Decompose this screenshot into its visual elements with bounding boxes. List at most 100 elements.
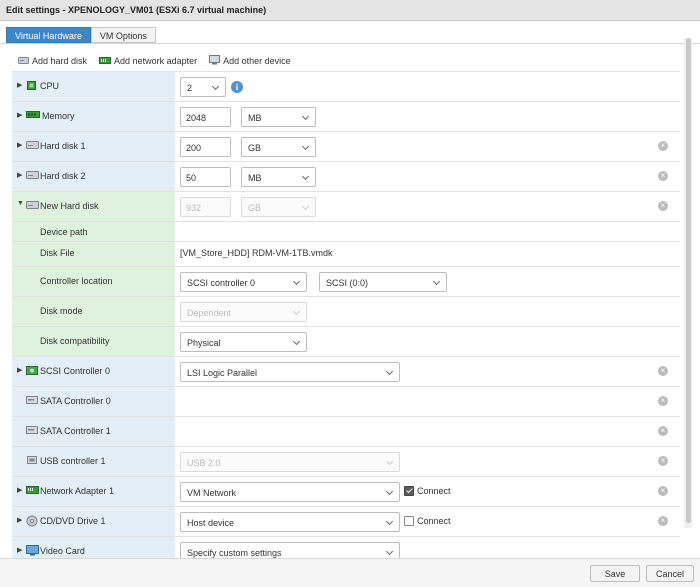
- network-adapter-icon: [99, 56, 112, 67]
- remove-icon[interactable]: ×: [658, 171, 668, 181]
- hard-disk-2-size-input[interactable]: 50: [180, 167, 231, 187]
- hardware-row-cpu: ▶ CPU 2 i: [12, 72, 680, 102]
- device-path-label: Device path: [40, 227, 88, 237]
- disk-mode-label: Disk mode: [40, 306, 83, 316]
- disk-mode-select[interactable]: Dependent: [180, 302, 307, 322]
- remove-icon[interactable]: ×: [658, 396, 668, 406]
- sata-controller-icon: [26, 395, 38, 407]
- tab-virtual-hardware[interactable]: Virtual Hardware: [6, 27, 91, 43]
- hard-disk-icon: [26, 170, 39, 182]
- controller-select[interactable]: SCSI controller 0: [180, 272, 307, 292]
- remove-icon[interactable]: ×: [658, 486, 668, 496]
- cd-dvd-connect-label: Connect: [417, 516, 451, 526]
- expand-arrow-icon[interactable]: ▶: [17, 81, 22, 89]
- usb-controller-1-label-cell: USB controller 1: [12, 447, 175, 476]
- hard-disk-2-unit-select[interactable]: MB: [241, 167, 316, 187]
- cd-dvd-icon: [26, 515, 38, 529]
- expand-arrow-icon[interactable]: ▶: [17, 486, 22, 494]
- hardware-row-sata-controller-0: SATA Controller 0 ×: [12, 387, 680, 417]
- tab-bar: Virtual Hardware VM Options: [6, 27, 156, 43]
- sata-controller-1-label: SATA Controller 1: [40, 426, 111, 436]
- controller-slot-select[interactable]: SCSI (0:0): [319, 272, 447, 292]
- hard-disk-1-unit-select[interactable]: GB: [241, 137, 316, 157]
- hard-disk-1-label: Hard disk 1: [40, 141, 86, 151]
- hardware-row-device-path: Device path: [12, 222, 680, 242]
- video-card-settings-select[interactable]: Specify custom settings: [180, 542, 400, 558]
- info-icon[interactable]: i: [231, 81, 243, 93]
- cd-dvd-connect-checkbox[interactable]: [404, 516, 414, 526]
- collapse-arrow-icon[interactable]: ▼: [17, 200, 24, 207]
- memory-label: Memory: [42, 111, 75, 121]
- video-card-settings-value: Specify custom settings: [187, 548, 282, 558]
- hardware-row-scsi-controller-0: ▶ SCSI Controller 0 LSI Logic Parallel ×: [12, 357, 680, 387]
- hard-disk-icon: [26, 200, 39, 212]
- remove-icon[interactable]: ×: [658, 201, 668, 211]
- expand-arrow-icon[interactable]: ▶: [17, 171, 22, 179]
- expand-arrow-icon[interactable]: ▶: [17, 366, 22, 374]
- scsi-controller-type-select[interactable]: LSI Logic Parallel: [180, 362, 400, 382]
- disk-mode-label-cell: Disk mode: [12, 297, 175, 326]
- network-select[interactable]: VM Network: [180, 482, 400, 502]
- network-connect-checkbox[interactable]: [404, 486, 414, 496]
- new-hard-disk-unit-select[interactable]: GB: [241, 197, 316, 217]
- disk-mode-value: Dependent: [187, 308, 232, 318]
- scrollbar-thumb[interactable]: [686, 38, 691, 523]
- hardware-list: ▶ CPU 2 i ▶ Memory 2048 MB ▶ Hard disk 1…: [12, 71, 680, 558]
- add-network-adapter-button[interactable]: Add network adapter: [99, 56, 197, 67]
- remove-icon[interactable]: ×: [658, 516, 668, 526]
- video-card-icon: [26, 545, 39, 558]
- add-network-adapter-label: Add network adapter: [114, 56, 198, 66]
- hardware-row-hard-disk-1: ▶ Hard disk 1 200 GB ×: [12, 132, 680, 162]
- hard-disk-1-size-input[interactable]: 200: [180, 137, 231, 157]
- memory-unit-value: MB: [248, 113, 262, 123]
- remove-icon[interactable]: ×: [658, 426, 668, 436]
- hard-disk-1-label-cell: ▶ Hard disk 1: [12, 132, 175, 161]
- new-hard-disk-unit-value: GB: [248, 203, 262, 213]
- cd-dvd-drive-1-label: CD/DVD Drive 1: [40, 516, 106, 526]
- hardware-row-video-card: ▶ Video Card Specify custom settings: [12, 537, 680, 558]
- scsi-controller-0-label: SCSI Controller 0: [40, 366, 111, 376]
- cancel-button[interactable]: Cancel: [646, 565, 694, 582]
- cd-dvd-drive-1-label-cell: ▶ CD/DVD Drive 1: [12, 507, 175, 536]
- disk-compatibility-select[interactable]: Physical: [180, 332, 307, 352]
- memory-size-input[interactable]: 2048: [180, 107, 231, 127]
- disk-compatibility-label: Disk compatibility: [40, 336, 110, 346]
- disk-compatibility-value: Physical: [187, 338, 221, 348]
- other-device-icon: [209, 55, 221, 67]
- add-hard-disk-button[interactable]: Add hard disk: [18, 56, 87, 67]
- cpu-count-select[interactable]: 2: [180, 77, 226, 97]
- remove-icon[interactable]: ×: [658, 456, 668, 466]
- new-hard-disk-size-input[interactable]: 932: [180, 197, 231, 217]
- add-hard-disk-label: Add hard disk: [32, 56, 88, 66]
- expand-arrow-icon[interactable]: ▶: [17, 111, 22, 119]
- expand-arrow-icon[interactable]: ▶: [17, 546, 22, 554]
- cpu-label-cell: ▶ CPU: [12, 72, 175, 101]
- usb-version-value: USB 2.0: [187, 458, 221, 468]
- add-other-device-button[interactable]: Add other device: [209, 55, 291, 67]
- remove-icon[interactable]: ×: [658, 366, 668, 376]
- network-adapter-1-label: Network Adapter 1: [40, 486, 115, 496]
- remove-icon[interactable]: ×: [658, 141, 668, 151]
- memory-icon: [26, 110, 40, 122]
- scsi-controller-icon: [26, 365, 38, 378]
- hardware-row-memory: ▶ Memory 2048 MB: [12, 102, 680, 132]
- memory-size-value: 2048: [186, 113, 207, 123]
- expand-arrow-icon[interactable]: ▶: [17, 516, 22, 524]
- cd-dvd-device-value: Host device: [187, 518, 235, 528]
- hard-disk-2-unit-value: MB: [248, 173, 262, 183]
- hardware-row-hard-disk-2: ▶ Hard disk 2 50 MB ×: [12, 162, 680, 192]
- scsi-controller-0-label-cell: ▶ SCSI Controller 0: [12, 357, 175, 386]
- hardware-row-new-hard-disk: ▼ New Hard disk 932 GB ×: [12, 192, 680, 222]
- add-other-device-label: Add other device: [223, 56, 291, 66]
- usb-version-select[interactable]: USB 2.0: [180, 452, 400, 472]
- tab-vm-options[interactable]: VM Options: [90, 27, 156, 43]
- scsi-controller-type-value: LSI Logic Parallel: [187, 368, 258, 378]
- hard-disk-icon: [18, 56, 29, 67]
- memory-unit-select[interactable]: MB: [241, 107, 316, 127]
- expand-arrow-icon[interactable]: ▶: [17, 141, 22, 149]
- cd-dvd-device-select[interactable]: Host device: [180, 512, 400, 532]
- hard-disk-2-label-cell: ▶ Hard disk 2: [12, 162, 175, 191]
- hardware-row-controller-location: Controller location SCSI controller 0 SC…: [12, 267, 680, 297]
- save-button[interactable]: Save: [590, 565, 640, 582]
- sata-controller-1-label-cell: SATA Controller 1: [12, 417, 175, 446]
